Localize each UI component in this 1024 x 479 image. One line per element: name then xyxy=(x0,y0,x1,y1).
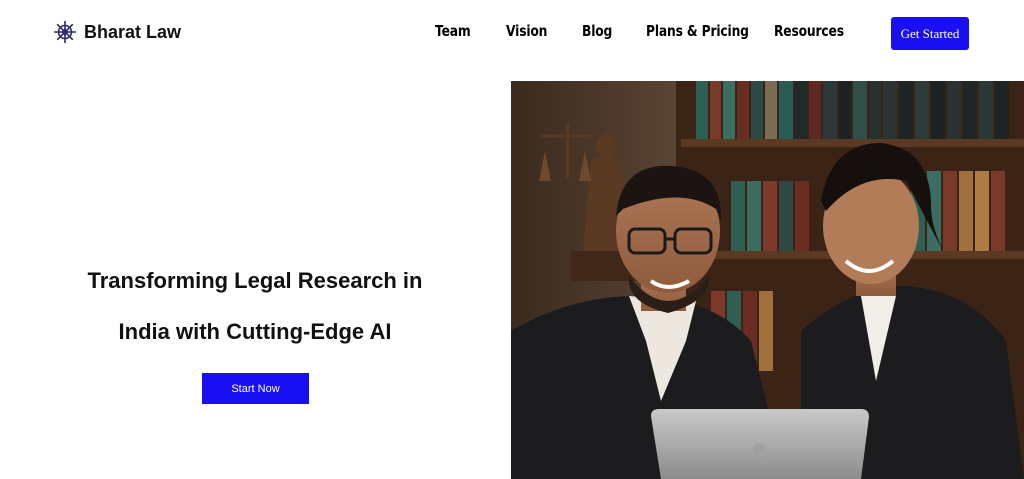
nav-item-blog[interactable]: Blog xyxy=(582,22,612,40)
nav-item-team[interactable]: Team xyxy=(435,22,471,40)
nav-item-vision[interactable]: Vision xyxy=(506,22,547,40)
site-header: Bharat Law Team Vision Blog Plans & Pric… xyxy=(0,0,1024,66)
hero-section: Transforming Legal Research in India wit… xyxy=(0,255,510,357)
hero-title-line1: Transforming Legal Research in xyxy=(87,268,423,293)
hero-title-line2: India with Cutting-Edge AI xyxy=(118,319,392,344)
nav-item-resources[interactable]: Resources xyxy=(774,22,844,40)
brand-name: Bharat Law xyxy=(84,21,182,42)
get-started-button[interactable]: Get Started xyxy=(891,17,969,50)
hero-image xyxy=(511,81,1024,479)
ship-wheel-icon xyxy=(54,21,76,43)
nav-item-plans-pricing[interactable]: Plans & Pricing xyxy=(646,22,749,40)
start-now-button[interactable]: Start Now xyxy=(202,373,309,404)
brand[interactable]: Bharat Law xyxy=(53,20,181,44)
